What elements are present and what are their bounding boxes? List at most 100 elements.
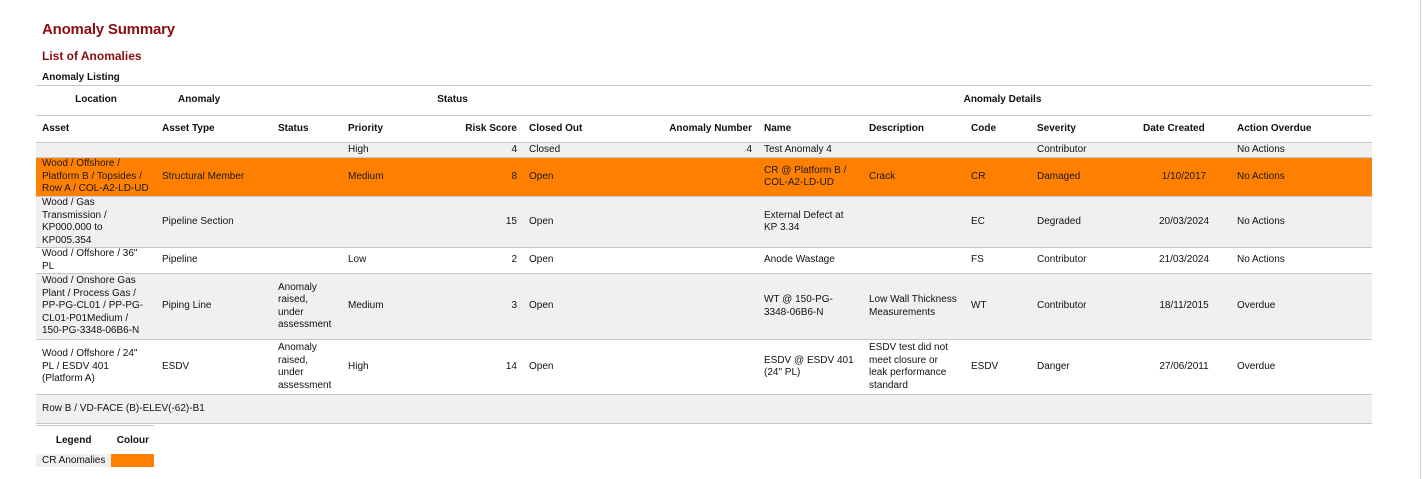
cell-date-created [1137, 394, 1231, 424]
cell-priority: High [348, 360, 369, 372]
cell-date-created: 21/03/2024 [1158, 254, 1210, 266]
cell-severity: Degraded [1031, 196, 1137, 248]
cell-risk-score: 4 [450, 142, 523, 158]
table-row[interactable]: Wood / Onshore Gas Plant / Process Gas /… [36, 273, 1373, 340]
cell-asset-type: Structural Member [156, 157, 272, 197]
cell-closed-out: Open [529, 254, 554, 266]
cell-action-overdue: No Actions [1231, 196, 1373, 248]
cell-status [272, 394, 342, 424]
cell-name: WT @ 150-PG-3348-06B6-N [758, 273, 863, 340]
col-description[interactable]: Description [863, 115, 965, 143]
col-risk-score[interactable]: Risk Score [450, 115, 523, 143]
cell-asset: Wood / Offshore / 24" PL / ESDV 401 (Pla… [42, 348, 138, 385]
cell-description [863, 196, 965, 248]
group-anomaly-details: Anomaly Details [633, 85, 1373, 116]
cell-asset: Wood / Offshore / 36" PL [42, 248, 138, 272]
cell-asset: Wood / Gas Transmission / KP000.000 to K… [36, 196, 156, 248]
col-action-overdue[interactable]: Action Overdue [1231, 115, 1373, 143]
cell-priority: Medium [342, 157, 450, 197]
cell-risk-score: 2 [511, 254, 517, 266]
cell-action-overdue: No Actions [1231, 142, 1373, 158]
group-header-row: Location Anomaly Status Anomaly Details [36, 85, 1373, 116]
cell-anomaly-number [633, 340, 758, 395]
cell-severity: Danger [1037, 360, 1070, 372]
cell-name: Test Anomaly 4 [758, 142, 863, 158]
cell-closed-out: Open [523, 273, 633, 340]
cell-status [272, 248, 342, 274]
cell-closed-out: Open [523, 157, 633, 197]
cell-priority [342, 394, 450, 424]
cell-date-created [1137, 142, 1231, 158]
legend-item: CR Anomalies [36, 454, 155, 467]
col-date-created[interactable]: Date Created [1137, 115, 1231, 143]
group-status: Status [272, 85, 633, 116]
legend-header-row: Legend Colour [36, 425, 155, 454]
cell-date-created: 18/11/2015 [1137, 273, 1231, 340]
cell-severity: Damaged [1031, 157, 1137, 197]
cell-closed-out [523, 394, 633, 424]
cell-action-overdue: No Actions [1231, 157, 1373, 197]
cell-asset-type: Pipeline [162, 254, 198, 266]
cell-name: ESDV @ ESDV 401 (24" PL) [764, 354, 854, 379]
table-row-highlighted[interactable]: Wood / Offshore / Platform B / Topsides … [36, 157, 1373, 197]
table-row[interactable]: High 4 Closed 4 Test Anomaly 4 Contribut… [36, 142, 1373, 158]
sheet-right-border [1420, 0, 1421, 479]
cell-status: Anomaly raised, under assessment [272, 273, 342, 340]
col-name[interactable]: Name [758, 115, 863, 143]
cell-closed-out: Open [523, 196, 633, 248]
column-header-row: Asset Asset Type Status Priority Risk Sc… [36, 115, 1373, 143]
table-row[interactable]: Wood / Gas Transmission / KP000.000 to K… [36, 196, 1373, 248]
cell-date-created: 27/06/2011 [1159, 360, 1209, 372]
legend-table: Legend Colour CR Anomalies [36, 425, 155, 467]
cell-status: Anomaly raised, under assessment [278, 342, 332, 391]
cell-description: Low Wall Thickness Measurements [863, 273, 965, 340]
cell-action-overdue [1231, 394, 1373, 424]
col-severity[interactable]: Severity [1031, 115, 1137, 143]
table-row[interactable]: Wood / Offshore / 24" PL / ESDV 401 (Pla… [36, 340, 1373, 395]
cell-code [965, 394, 1031, 424]
cell-action-overdue: Overdue [1231, 273, 1373, 340]
cell-asset-type [156, 142, 272, 158]
cell-anomaly-number [633, 394, 758, 424]
cell-asset-type: ESDV [162, 360, 190, 372]
cell-action-overdue: Overdue [1237, 360, 1276, 372]
col-code[interactable]: Code [965, 115, 1031, 143]
cell-priority: Medium [342, 273, 450, 340]
col-asset-type[interactable]: Asset Type [156, 115, 272, 143]
cell-severity: Contributor [1031, 273, 1137, 340]
cell-severity: Contributor [1031, 142, 1137, 158]
cell-date-created: 1/10/2017 [1137, 157, 1231, 197]
legend-item-label: CR Anomalies [36, 454, 112, 467]
section-label: Anomaly Listing [42, 72, 120, 83]
col-closed-out[interactable]: Closed Out [523, 115, 633, 143]
cell-closed-out: Open [529, 360, 554, 372]
col-priority[interactable]: Priority [342, 115, 450, 143]
legend-header-legend: Legend [36, 425, 112, 454]
cell-date-created: 20/03/2024 [1137, 196, 1231, 248]
cell-name [758, 394, 863, 424]
cell-description: ESDV test did not meet closure or leak p… [863, 340, 965, 395]
cell-asset: Row B / VD-FACE (B)-ELEV(-62)-B1 [36, 394, 272, 424]
cell-risk-score: 15 [450, 196, 523, 248]
cell-asset [36, 142, 156, 158]
cell-risk-score [450, 394, 523, 424]
cell-description [863, 248, 965, 274]
cell-anomaly-number [633, 248, 758, 274]
cell-priority [342, 196, 450, 248]
table-row[interactable]: Wood / Offshore / 36" PL Pipeline Low 2 … [36, 248, 1373, 274]
legend-header-colour: Colour [111, 425, 155, 454]
cell-asset-type: Pipeline Section [156, 196, 272, 248]
cell-priority: High [342, 142, 450, 158]
cell-code: EC [965, 196, 1031, 248]
cell-description [863, 394, 965, 424]
col-status[interactable]: Status [272, 115, 342, 143]
cell-anomaly-number [633, 157, 758, 197]
table-row[interactable]: Row B / VD-FACE (B)-ELEV(-62)-B1 [36, 394, 1373, 424]
cell-code: CR [965, 157, 1031, 197]
cell-risk-score: 3 [450, 273, 523, 340]
cell-status [272, 196, 342, 248]
col-asset[interactable]: Asset [36, 115, 156, 143]
col-anomaly-number[interactable]: Anomaly Number [633, 115, 758, 143]
cell-code [965, 142, 1031, 158]
page-title: Anomaly Summary [42, 21, 175, 38]
